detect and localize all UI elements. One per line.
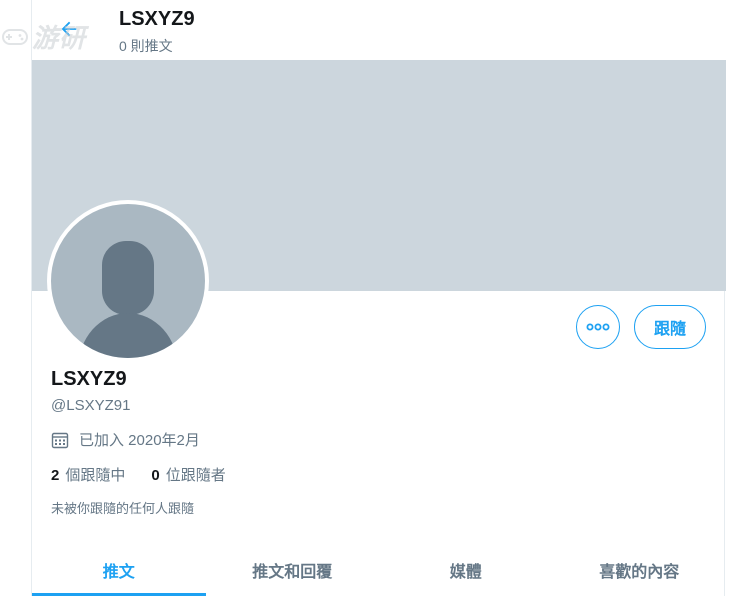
following-label: 個跟隨中 [65, 467, 126, 484]
avatar[interactable] [47, 200, 209, 362]
follow-stats: 2 個跟隨中 0 位跟隨者 [51, 464, 226, 485]
join-date: 已加入 2020年2月 [51, 429, 200, 450]
followers-count: 0 [151, 467, 160, 484]
display-name: LSXYZ9 [51, 368, 127, 390]
join-date-label: 已加入 2020年2月 [79, 432, 200, 449]
arrow-left-icon [61, 21, 77, 37]
followers-label: 位跟隨者 [165, 467, 226, 484]
tab-media[interactable]: 媒體 [379, 543, 553, 596]
follow-button[interactable]: 跟隨 [634, 305, 706, 349]
gamepad-icon [2, 28, 28, 45]
profile-column: LSXYZ9 0 則推文 跟隨 LSXYZ9 @LSXYZ91 已加入 2020… [31, 0, 726, 596]
user-handle: @LSXYZ91 [51, 397, 131, 414]
tab-tweets-and-replies[interactable]: 推文和回覆 [206, 543, 380, 596]
more-horizontal-icon [586, 323, 610, 331]
profile-tabs: 推文 推文和回覆 媒體 喜歡的內容 [32, 543, 726, 596]
back-button[interactable] [54, 14, 84, 44]
following-link[interactable]: 2 個跟隨中 [51, 464, 125, 485]
more-button[interactable] [576, 305, 620, 349]
profile-actions: 跟隨 [576, 305, 706, 349]
profile-header: LSXYZ9 0 則推文 [32, 0, 726, 60]
followed-by-note: 未被你跟隨的任何人跟隨 [51, 501, 195, 516]
calendar-icon [51, 431, 69, 449]
default-avatar-icon [78, 241, 178, 358]
tweet-count: 0 則推文 [119, 38, 173, 54]
tab-likes[interactable]: 喜歡的內容 [553, 543, 727, 596]
following-count: 2 [51, 467, 60, 484]
header-title: LSXYZ9 [119, 8, 195, 30]
tab-tweets[interactable]: 推文 [32, 543, 206, 596]
followers-link[interactable]: 0 位跟隨者 [151, 464, 225, 485]
